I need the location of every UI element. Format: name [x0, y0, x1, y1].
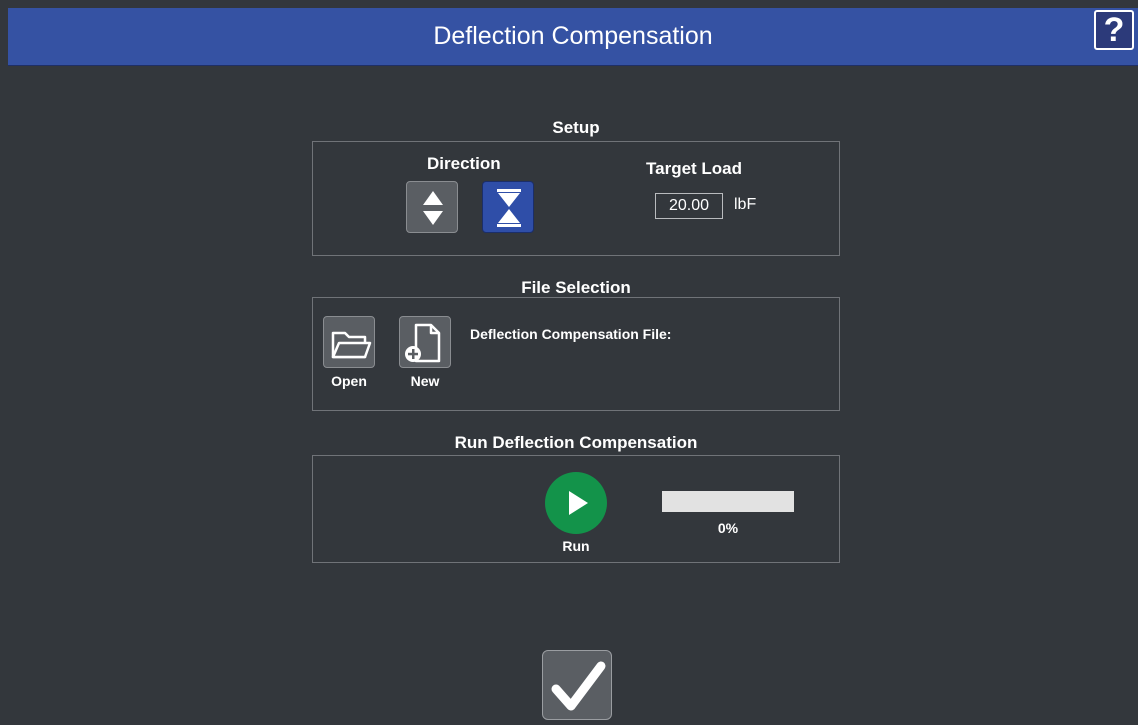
- new-file-button[interactable]: [399, 316, 451, 368]
- folder-open-icon: [331, 331, 372, 359]
- page-title: Deflection Compensation: [433, 22, 713, 50]
- question-mark-icon: ?: [1103, 11, 1125, 49]
- setup-panel: [312, 141, 840, 256]
- open-file-label: Open: [331, 373, 367, 389]
- open-file-button[interactable]: [323, 316, 375, 368]
- checkmark-icon: [551, 661, 606, 711]
- confirm-button[interactable]: [542, 650, 612, 720]
- direction-compression-button[interactable]: [482, 181, 534, 233]
- target-load-unit: lbF: [734, 196, 757, 213]
- run-button[interactable]: [545, 472, 607, 534]
- deflection-compensation-file-label: Deflection Compensation File:: [470, 326, 672, 342]
- new-file-icon: [405, 323, 441, 363]
- target-load-input[interactable]: 20.00: [655, 193, 723, 219]
- progress-percent: 0%: [717, 520, 739, 536]
- setup-section-title: Setup: [552, 118, 600, 137]
- compression-arrows-icon: [497, 189, 521, 227]
- title-bar: Deflection Compensation ?: [8, 8, 1138, 66]
- target-load-label: Target Load: [646, 159, 743, 178]
- direction-tension-button[interactable]: [406, 181, 458, 233]
- progress-bar: [662, 491, 794, 512]
- tension-arrows-icon: [423, 191, 443, 225]
- run-section-title: Run Deflection Compensation: [454, 433, 698, 452]
- file-selection-section-title: File Selection: [521, 278, 631, 297]
- direction-label: Direction: [427, 154, 501, 173]
- run-label: Run: [562, 538, 590, 554]
- new-file-label: New: [410, 373, 440, 389]
- play-icon: [569, 491, 588, 515]
- file-selection-panel: [312, 297, 840, 411]
- help-button[interactable]: ?: [1094, 10, 1134, 50]
